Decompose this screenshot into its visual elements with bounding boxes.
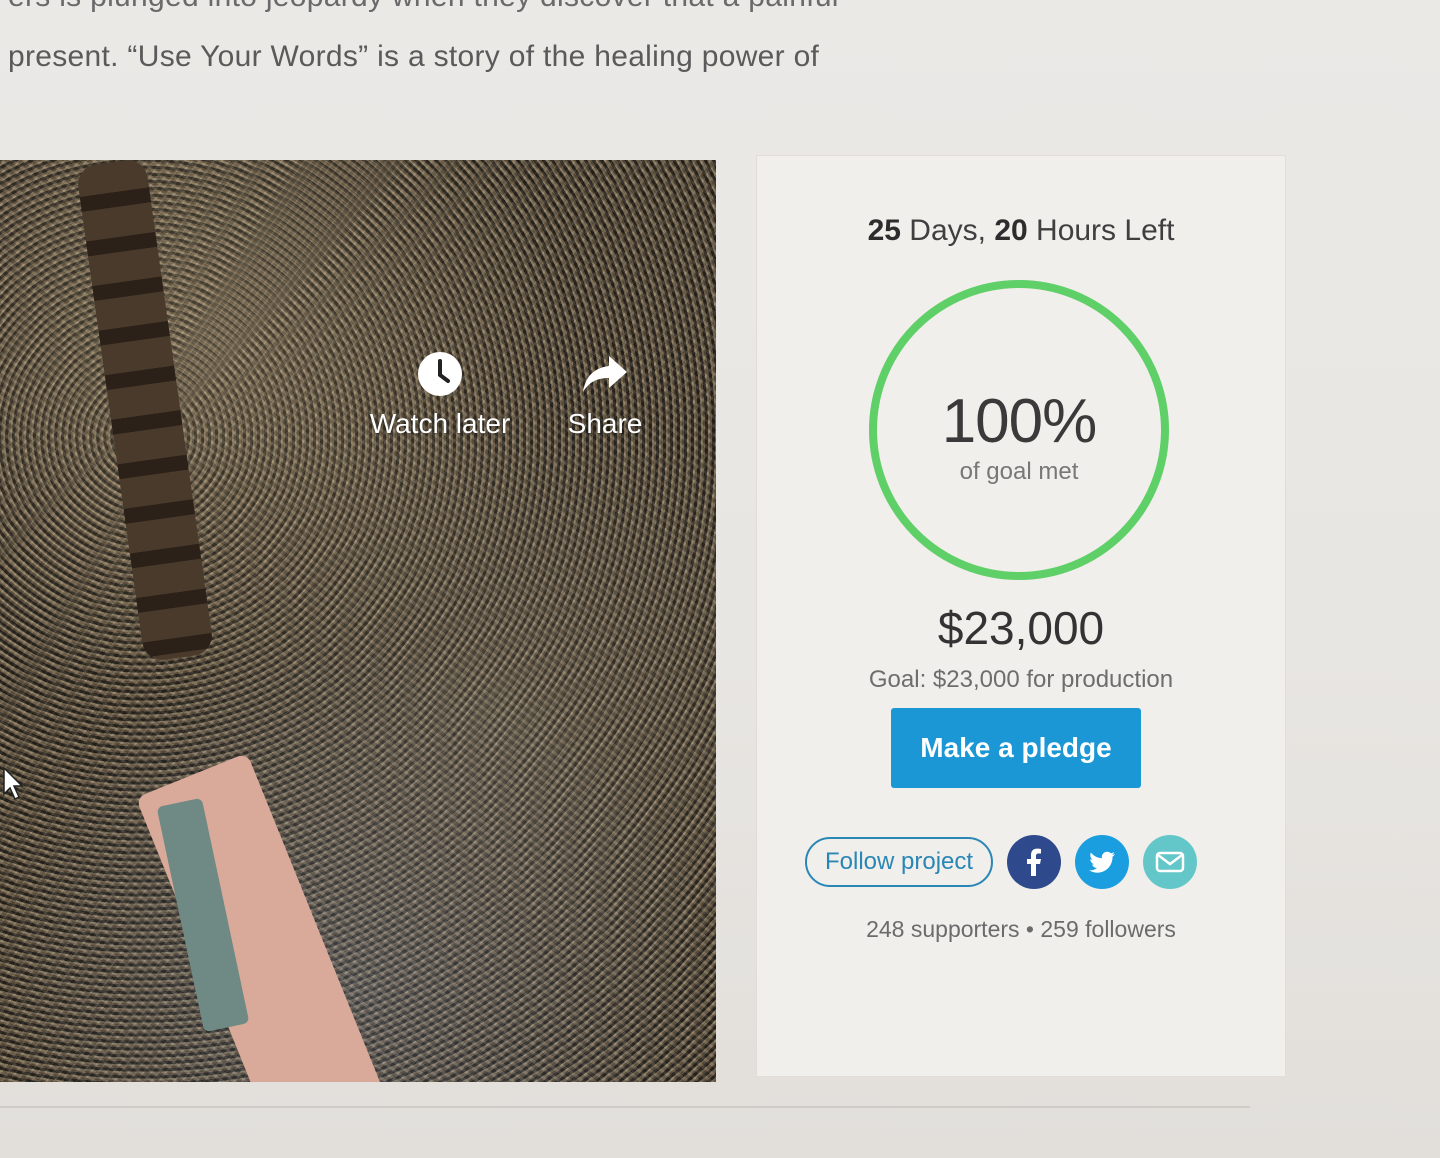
days-unit: Days, xyxy=(900,214,995,247)
supporters-count: 248 supporters xyxy=(866,916,1020,942)
mouse-pointer-icon xyxy=(3,766,24,801)
make-pledge-button[interactable]: Make a pledge xyxy=(891,708,1141,788)
clock-icon xyxy=(360,350,520,400)
description-line-1: ers is plunged into jeopardy when they d… xyxy=(8,0,839,14)
progress-percent: 100% xyxy=(941,387,1098,456)
campaign-panel: 25 Days, 20 Hours Left 100% of goal met … xyxy=(756,155,1286,1077)
share-label: Share xyxy=(567,408,643,439)
twitter-icon[interactable] xyxy=(1075,835,1130,889)
goal-text: Goal: $23,000 for production xyxy=(868,666,1174,693)
page: ers is plunged into jeopardy when they d… xyxy=(0,0,1440,1158)
watch-later-label: Watch later xyxy=(369,408,511,439)
video-player[interactable]: Watch later Share xyxy=(0,160,716,1082)
supporter-stats: 248 supporters • 259 followers xyxy=(757,916,1285,943)
hours-unit: Hours Left xyxy=(1027,214,1175,247)
social-actions: Follow project xyxy=(805,834,1198,890)
watch-later-button[interactable]: Watch later xyxy=(360,350,520,440)
follow-project-button[interactable]: Follow project xyxy=(805,837,994,887)
stats-separator: • xyxy=(1019,916,1041,942)
followers-count: 259 followers xyxy=(1040,916,1176,942)
share-button[interactable]: Share xyxy=(560,350,650,440)
email-icon[interactable] xyxy=(1143,835,1198,889)
time-remaining: 25 Days, 20 Hours Left xyxy=(757,214,1285,248)
progress-label: of goal met xyxy=(959,458,1079,485)
amount-raised: $23,000 xyxy=(937,602,1105,654)
hours-count: 20 xyxy=(994,214,1028,247)
section-divider xyxy=(0,1106,1250,1108)
share-arrow-icon xyxy=(560,350,650,400)
goal-progress-ring: 100% of goal met xyxy=(867,278,1171,582)
description-line-2: present. “Use Your Words” is a story of … xyxy=(8,40,820,73)
days-count: 25 xyxy=(867,214,901,247)
facebook-icon[interactable] xyxy=(1007,835,1062,889)
